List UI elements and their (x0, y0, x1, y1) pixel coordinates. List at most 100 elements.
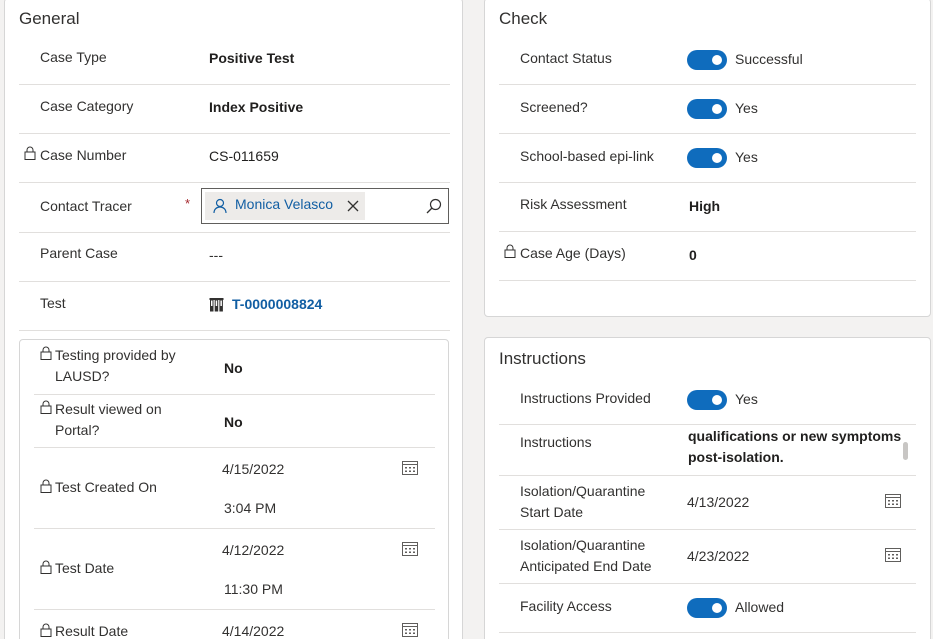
check-section: Check Contact Status Successful Screened… (484, 0, 931, 317)
epi-link-toggle[interactable] (687, 148, 727, 168)
contact-tracer-chip[interactable]: Monica Velasco (205, 192, 365, 220)
iso-end-label-2: Anticipated End Date (520, 558, 652, 574)
instructions-textarea[interactable]: qualifications or new symptoms post-isol… (688, 425, 908, 475)
parent-case-label: Parent Case (40, 245, 118, 261)
testing-provided-label-1: Testing provided by (55, 347, 176, 363)
test-details-panel: Testing provided by LAUSD? No Result vie… (19, 339, 449, 639)
iso-end-value[interactable]: 4/23/2022 (687, 546, 749, 567)
instructions-text-line1: qualifications or new symptoms (688, 428, 902, 444)
testing-provided-label-2: LAUSD? (55, 368, 110, 384)
result-date-label: Result Date (55, 623, 129, 639)
result-viewed-row: Result viewed on Portal? No (34, 395, 435, 448)
facility-access-value: Allowed (735, 599, 785, 615)
general-title: General (19, 9, 80, 28)
test-link[interactable]: T-0000008824 (232, 294, 322, 315)
contact-status-row: Contact Status Successful (499, 36, 916, 85)
instructions-scrollbar[interactable] (903, 442, 908, 460)
test-created-label: Test Created On (55, 479, 157, 495)
general-section: General Case Type Positive Test Case Cat… (4, 0, 463, 639)
case-number-label: Case Number (40, 147, 127, 163)
calendar-icon[interactable] (885, 547, 901, 562)
result-viewed-value[interactable]: No (224, 412, 243, 433)
calendar-icon[interactable] (402, 460, 418, 475)
case-number-row: Case Number CS-011659 (19, 134, 450, 183)
case-type-row: Case Type Positive Test (19, 36, 450, 85)
iso-end-row: Isolation/Quarantine Anticipated End Dat… (499, 530, 916, 584)
contact-status-value: Successful (735, 51, 803, 67)
result-date-date[interactable]: 4/14/2022 (222, 621, 284, 639)
case-age-label: Case Age (Days) (520, 245, 626, 261)
iso-start-label-1: Isolation/Quarantine (520, 483, 646, 499)
lock-icon (40, 560, 52, 574)
contact-status-label: Contact Status (520, 50, 612, 66)
test-row: Test T-0000008824 (19, 282, 450, 331)
risk-assessment-row: Risk Assessment High (499, 183, 916, 232)
case-type-label: Case Type (40, 49, 107, 65)
screened-value: Yes (735, 100, 758, 116)
contact-tracer-label: Contact Tracer (40, 198, 132, 214)
risk-assessment-label: Risk Assessment (520, 196, 627, 212)
test-date-label: Test Date (55, 560, 115, 576)
instructions-provided-label: Instructions Provided (520, 390, 651, 406)
lock-icon (40, 479, 52, 493)
screened-label: Screened? (520, 99, 588, 115)
instructions-provided-toggle[interactable] (687, 390, 727, 410)
lock-icon (504, 244, 516, 258)
testing-provided-value[interactable]: No (224, 358, 243, 379)
facility-access-toggle[interactable] (687, 598, 727, 618)
check-title: Check (499, 9, 548, 28)
test-date-time[interactable]: 11:30 PM (224, 579, 283, 600)
person-icon (213, 198, 227, 214)
iso-end-label-1: Isolation/Quarantine (520, 537, 646, 553)
lock-icon (24, 146, 36, 160)
epi-link-row: School-based epi-link Yes (499, 134, 916, 183)
required-marker: * (185, 196, 191, 211)
instructions-text-line2: post-isolation. (688, 449, 784, 465)
contact-tracer-lookup[interactable]: Monica Velasco (201, 188, 449, 224)
case-category-value[interactable]: Index Positive (209, 97, 303, 118)
test-created-date[interactable]: 4/15/2022 (222, 459, 284, 480)
iso-start-row: Isolation/Quarantine Start Date 4/13/202… (499, 476, 916, 530)
instructions-provided-value: Yes (735, 391, 758, 407)
instructions-title: Instructions (499, 349, 586, 368)
epi-link-value: Yes (735, 149, 758, 165)
facility-access-label: Facility Access (520, 598, 612, 614)
testing-provided-row: Testing provided by LAUSD? No (34, 342, 435, 395)
case-category-row: Case Category Index Positive (19, 85, 450, 134)
calendar-icon[interactable] (402, 541, 418, 556)
test-created-time[interactable]: 3:04 PM (224, 498, 276, 519)
test-created-row: Test Created On 4/15/2022 3:04 PM (34, 448, 435, 529)
contact-tracer-name[interactable]: Monica Velasco (235, 196, 333, 212)
lock-icon (40, 346, 52, 360)
lock-icon (40, 400, 52, 414)
close-icon[interactable] (347, 200, 359, 212)
lock-icon (40, 623, 52, 637)
case-category-label: Case Category (40, 98, 134, 114)
iso-start-label-2: Start Date (520, 504, 584, 520)
instructions-text-label: Instructions (520, 434, 592, 450)
iso-start-value[interactable]: 4/13/2022 (687, 492, 749, 513)
test-tubes-icon (209, 298, 224, 312)
instructions-provided-row: Instructions Provided Yes (499, 376, 916, 425)
case-age-row: Case Age (Days) 0 (499, 232, 916, 281)
case-age-value: 0 (689, 247, 697, 263)
contact-status-toggle[interactable] (687, 50, 727, 70)
risk-assessment-value[interactable]: High (689, 196, 720, 217)
epi-link-label: School-based epi-link (520, 148, 654, 164)
parent-case-value[interactable]: --- (209, 245, 223, 266)
instructions-section: Instructions Instructions Provided Yes I… (484, 337, 931, 639)
case-type-value[interactable]: Positive Test (209, 48, 294, 69)
facility-access-row: Facility Access Allowed (499, 584, 916, 633)
test-date-row: Test Date 4/12/2022 11:30 PM (34, 529, 435, 610)
instructions-text-row: Instructions qualifications or new sympt… (499, 425, 916, 476)
search-icon[interactable] (426, 198, 442, 214)
test-label: Test (40, 295, 66, 311)
screened-row: Screened? Yes (499, 85, 916, 134)
case-number-value: CS-011659 (209, 148, 279, 164)
test-date-date[interactable]: 4/12/2022 (222, 540, 284, 561)
calendar-icon[interactable] (402, 622, 418, 637)
calendar-icon[interactable] (885, 493, 901, 508)
result-viewed-label-2: Portal? (55, 422, 100, 438)
parent-case-row: Parent Case --- (19, 233, 450, 282)
screened-toggle[interactable] (687, 99, 727, 119)
